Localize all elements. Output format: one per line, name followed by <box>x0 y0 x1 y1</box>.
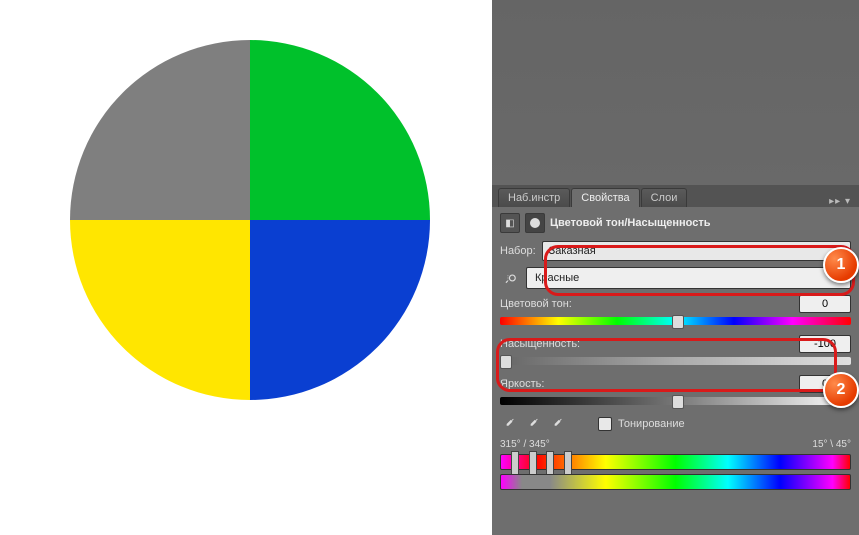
saturation-slider[interactable] <box>500 357 851 367</box>
spectrum-top[interactable] <box>500 454 851 470</box>
lightness-label: Яркость: <box>500 378 793 390</box>
color-channel-value: Красные <box>535 272 579 284</box>
chevron-down-icon: ▼ <box>833 273 842 283</box>
panel-flyout-menu[interactable]: ▸▸ ▾ <box>821 196 859 207</box>
preset-label: Набор: <box>500 245 536 257</box>
tab-tool-presets[interactable]: Наб.инстр <box>498 188 570 207</box>
lightness-slider-thumb[interactable] <box>672 395 684 409</box>
colorize-checkbox[interactable] <box>598 417 612 431</box>
properties-panel: Наб.инстр Свойства Слои ▸▸ ▾ ◧ Цветовой … <box>492 185 859 535</box>
range-marker-3[interactable] <box>546 451 554 475</box>
hue-label: Цветовой тон: <box>500 298 793 310</box>
range-left: 315° / 345° <box>500 439 550 450</box>
pie-slice-green <box>250 40 430 220</box>
eyedropper-add-icon[interactable] <box>524 415 542 433</box>
adjustment-title: Цветовой тон/Насыщенность <box>550 217 711 229</box>
eyedropper-subtract-icon[interactable] <box>548 415 566 433</box>
saturation-row: Насыщенность: -100 <box>500 335 851 353</box>
hue-slider[interactable] <box>500 317 851 327</box>
pie-slice-yellow <box>70 220 250 400</box>
properties-body: ◧ Цветовой тон/Насыщенность Набор: Заказ… <box>492 207 859 535</box>
tab-properties[interactable]: Свойства <box>571 188 639 207</box>
saturation-label: Насыщенность: <box>500 338 793 350</box>
pie-slice-grey <box>70 40 250 220</box>
hue-row: Цветовой тон: 0 <box>500 295 851 313</box>
pie-chart <box>70 40 430 400</box>
saturation-track <box>500 357 851 365</box>
preset-dropdown[interactable]: Заказная ▼ <box>542 241 851 261</box>
range-degrees-row: 315° / 345° 15° \ 45° <box>500 439 851 450</box>
range-marker-1[interactable] <box>511 451 519 475</box>
hue-sat-icon: ◧ <box>500 213 520 233</box>
workspace-background <box>492 0 859 185</box>
range-marker-2[interactable] <box>529 451 537 475</box>
preset-row: Набор: Заказная ▼ <box>500 241 851 261</box>
targeted-adjust-icon[interactable] <box>500 270 520 286</box>
tab-layers[interactable]: Слои <box>641 188 688 207</box>
saturation-input[interactable]: -100 <box>799 335 851 353</box>
color-channel-dropdown[interactable]: Красные ▼ <box>526 267 851 289</box>
eyedropper-icon[interactable] <box>500 415 518 433</box>
channel-row: Красные ▼ <box>500 267 851 289</box>
hue-slider-thumb[interactable] <box>672 315 684 329</box>
canvas-area <box>0 0 492 535</box>
chevron-down-icon: ▼ <box>835 246 844 256</box>
preset-value: Заказная <box>549 245 596 257</box>
lightness-input[interactable]: 0 <box>799 375 851 393</box>
adjustment-header: ◧ Цветовой тон/Насыщенность <box>500 213 851 233</box>
colorize-label: Тонирование <box>618 418 685 430</box>
hue-input[interactable]: 0 <box>799 295 851 313</box>
spectrum-bottom <box>500 474 851 490</box>
pie-slice-blue <box>250 220 430 400</box>
eyedropper-row: Тонирование <box>500 415 851 433</box>
lightness-slider[interactable] <box>500 397 851 407</box>
range-right: 15° \ 45° <box>812 439 851 450</box>
range-marker-4[interactable] <box>564 451 572 475</box>
mask-icon[interactable] <box>525 213 545 233</box>
panel-tabs: Наб.инстр Свойства Слои ▸▸ ▾ <box>492 185 859 207</box>
saturation-slider-thumb[interactable] <box>500 355 512 369</box>
lightness-row: Яркость: 0 <box>500 375 851 393</box>
